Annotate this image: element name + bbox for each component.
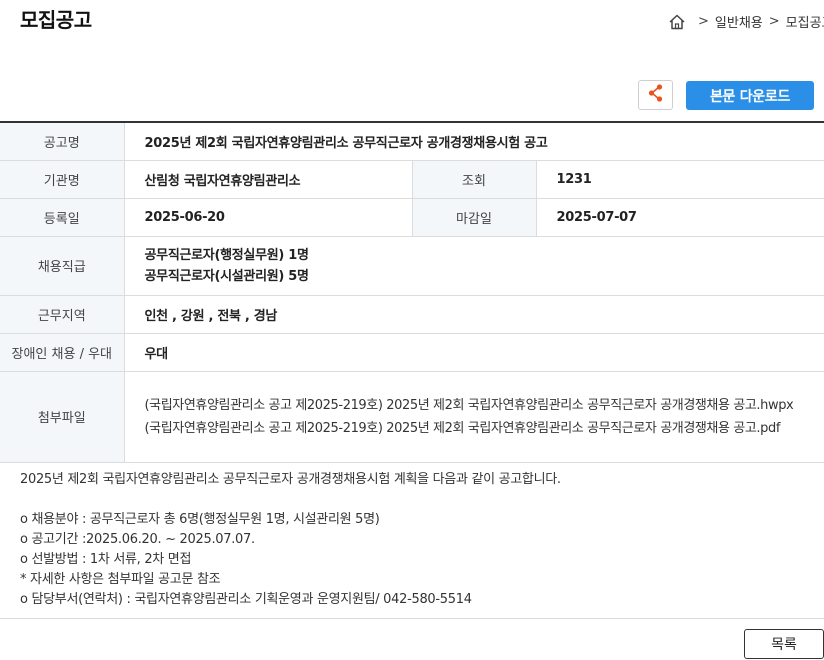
attachment-link-pdf[interactable]: (국립자연휴양림관리소 공고 제2025-219호) 2025년 제2회 국립자… xyxy=(145,417,811,440)
page-title: 모집공고 xyxy=(20,8,92,32)
breadcrumb-item-recruitment[interactable]: 모집공고 xyxy=(786,12,824,31)
body-line-period: o 공고기간 :2025.06.20. ~ 2025.07.07. xyxy=(20,532,255,547)
body-line-contact: o 담당부서(연락처) : 국립자연휴양림관리소 기획운영과 운영지원팀/ 04… xyxy=(20,592,472,607)
deadline-value: 2025-07-07 xyxy=(536,198,824,237)
breadcrumb-separator: > xyxy=(698,14,709,29)
org-label: 기관명 xyxy=(0,160,125,199)
body-line-note: * 자세한 사항은 첨부파일 공고문 참조 xyxy=(20,572,221,587)
body-line-field: o 채용분야 : 공무직근로자 총 6명(행정실무원 1명, 시설관리원 5명) xyxy=(20,512,380,527)
views-label: 조회 xyxy=(412,160,537,199)
org-value: 산림청 국립자연휴양림관리소 xyxy=(124,160,413,199)
breadcrumb-separator: > xyxy=(768,14,780,29)
breadcrumb-item-general-hiring[interactable]: 일반채용 xyxy=(715,12,763,31)
attachment-link-hwpx[interactable]: (국립자연휴양림관리소 공고 제2025-219호) 2025년 제2회 국립자… xyxy=(145,394,811,417)
home-icon[interactable] xyxy=(668,13,686,31)
disabled-hiring-label: 장애인 채용 / 우대 xyxy=(0,333,125,372)
title-label: 공고명 xyxy=(0,122,125,161)
title-value: 2025년 제2회 국립자연휴양림관리소 공무직근로자 공개경쟁채용시험 공고 xyxy=(124,122,824,161)
attachment-list: (국립자연휴양림관리소 공고 제2025-219호) 2025년 제2회 국립자… xyxy=(124,371,824,463)
breadcrumb: > 일반채용 > 모집공고 xyxy=(668,12,824,31)
share-icon xyxy=(647,83,665,107)
job-posting-info-table: 공고명 2025년 제2회 국립자연휴양림관리소 공무직근로자 공개경쟁채용시험… xyxy=(0,121,824,463)
body-intro: 2025년 제2회 국립자연휴양림관리소 공무직근로자 공개경쟁채용시험 계획을… xyxy=(20,472,561,487)
share-button[interactable] xyxy=(638,80,673,110)
reg-date-label: 등록일 xyxy=(0,198,125,237)
download-body-button[interactable]: 본문 다운로드 xyxy=(686,81,814,110)
attachment-label: 첨부파일 xyxy=(0,371,125,463)
reg-date-value: 2025-06-20 xyxy=(124,198,413,237)
posting-body: 2025년 제2회 국립자연휴양림관리소 공무직근로자 공개경쟁채용시험 계획을… xyxy=(20,470,810,610)
position-label: 채용직급 xyxy=(0,236,125,296)
region-label: 근무지역 xyxy=(0,295,125,334)
views-value: 1231 xyxy=(536,160,824,199)
body-line-method: o 선발방법 : 1차 서류, 2차 면접 xyxy=(20,552,192,567)
deadline-label: 마감일 xyxy=(412,198,537,237)
region-value: 인천 , 강원 , 전북 , 경남 xyxy=(124,295,824,334)
position-item: 공무직근로자(행정실무원) 1명 xyxy=(144,247,309,263)
divider xyxy=(0,618,824,619)
disabled-hiring-value: 우대 xyxy=(124,333,824,372)
position-item: 공무직근로자(시설관리원) 5명 xyxy=(144,268,309,284)
list-button[interactable]: 목록 xyxy=(744,629,824,659)
position-value: 공무직근로자(행정실무원) 1명 공무직근로자(시설관리원) 5명 xyxy=(124,236,824,296)
